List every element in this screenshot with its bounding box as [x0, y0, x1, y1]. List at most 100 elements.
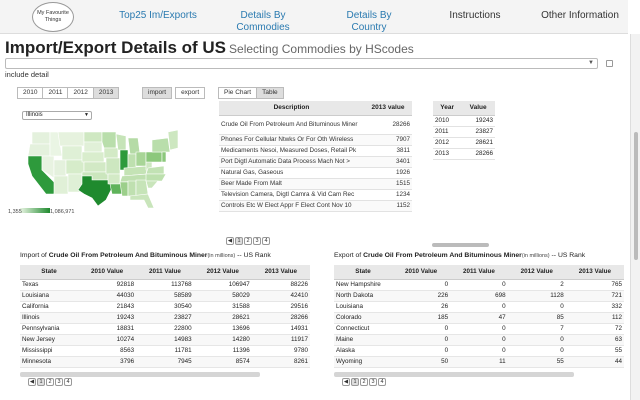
include-detail-checkbox[interactable] [606, 60, 613, 67]
map-state-south-dakota [83, 141, 103, 153]
pager-page-2[interactable]: 2 [46, 378, 54, 386]
hscode-select[interactable]: ▼ [5, 58, 598, 69]
tab-table[interactable]: Table [256, 87, 284, 99]
horizontal-scrollbar[interactable] [432, 243, 489, 247]
cell-state: Illinois [20, 312, 78, 324]
pager-page-3[interactable]: 3 [253, 237, 261, 245]
cell-2010: 18831 [78, 323, 137, 335]
page-subtitle: Selecting Commodies by HScodes [229, 42, 414, 56]
cell-description: Medicaments Nesoi, Measured Doses, Retai… [219, 145, 364, 157]
cell-state: Louisiana [20, 290, 78, 302]
vertical-scrollbar-thumb[interactable] [634, 132, 638, 260]
col-2011-value[interactable]: 2011 Value [450, 265, 508, 280]
year-button-2011[interactable]: 2011 [42, 87, 69, 99]
col-state[interactable]: State [334, 265, 392, 280]
pager-page-2[interactable]: 2 [244, 237, 252, 245]
nav-other-information[interactable]: Other Information [540, 10, 620, 22]
cell-value: 1152 [364, 200, 412, 212]
export-button[interactable]: export [175, 87, 206, 99]
table-row: California 21843 30540 31588 29516 [20, 301, 310, 313]
cell-state: Connecticut [334, 323, 392, 335]
map-legend-max: 1,086,971 [50, 209, 75, 215]
col-2012-value[interactable]: 2012 Value [193, 265, 252, 280]
pager-page-2[interactable]: 2 [360, 378, 368, 386]
cell-2010: 19243 [78, 312, 137, 324]
cell-2013: 29516 [251, 301, 310, 313]
col-2013-value[interactable]: 2013 value [364, 101, 412, 116]
cell-2011: 0 [450, 345, 508, 357]
pager-prev[interactable]: ◀ [28, 378, 36, 386]
cell-year: 2011 [433, 126, 462, 138]
table-row: Illinois 19243 23827 28621 28266 [20, 312, 310, 324]
table-row: Louisiana 44030 58589 58029 42410 [20, 290, 310, 302]
table-row: 2011 23827 [433, 126, 495, 138]
table-row: Pennsylvania 18831 22800 13696 14931 [20, 323, 310, 335]
nav-top25[interactable]: Top25 Im/Exports [118, 10, 198, 22]
col-2013-value[interactable]: 2013 Value [565, 265, 624, 280]
vertical-scrollbar[interactable] [630, 34, 640, 400]
pager-prev[interactable]: ◀ [226, 237, 234, 245]
table-row: 2013 28266 [433, 148, 495, 160]
table-row[interactable]: Phones For Cellular Ntwks Or For Oth Wir… [219, 134, 412, 146]
table-row: Maine 0 0 0 63 [334, 334, 624, 346]
pager-page-4[interactable]: 4 [262, 237, 270, 245]
export-horizontal-scrollbar[interactable] [334, 372, 574, 377]
col-year[interactable]: Year [433, 101, 462, 116]
table-row[interactable]: Natural Gas, Gaseous 1926 [219, 167, 412, 179]
cell-2012: 106947 [193, 279, 252, 291]
us-choropleth-map[interactable] [20, 124, 180, 209]
cell-2013: 112 [565, 312, 624, 324]
nav-instructions[interactable]: Instructions [445, 10, 505, 22]
table-row[interactable]: Beer Made From Malt 1515 [219, 178, 412, 190]
nav-details-by-country[interactable]: Details By Country [328, 10, 410, 34]
pager-page-1[interactable]: 1 [37, 378, 45, 386]
map-state-wisconsin [115, 133, 127, 151]
pager-page-4[interactable]: 4 [378, 378, 386, 386]
cell-2010: 92818 [78, 279, 137, 291]
col-2010-value[interactable]: 2010 Value [78, 265, 137, 280]
year-button-2013[interactable]: 2013 [92, 87, 120, 99]
cell-2012: 85 [507, 312, 566, 324]
nav-details-by-commodies[interactable]: Details By Commodies [230, 10, 296, 34]
logo[interactable]: My Favourite Things [32, 2, 74, 32]
table-row[interactable]: Television Camera, Digtl Camra & Vid Cam… [219, 189, 412, 201]
export-pager: ◀ 1 2 3 4 [342, 378, 387, 386]
table-row[interactable]: Port Digtl Automatic Data Process Mach N… [219, 156, 412, 168]
cell-2011: 0 [450, 301, 508, 313]
col-2010-value[interactable]: 2010 Value [392, 265, 451, 280]
year-button-2012[interactable]: 2012 [67, 87, 94, 99]
table-row[interactable]: Medicaments Nesoi, Measured Doses, Retai… [219, 145, 412, 157]
year-button-2010[interactable]: 2010 [17, 87, 44, 99]
view-tab-group: Pie Chart Table [218, 87, 284, 99]
table-row[interactable]: Controls Etc W Elect Appr F Elect Cont N… [219, 200, 412, 212]
tab-pie-chart[interactable]: Pie Chart [218, 87, 258, 99]
import-horizontal-scrollbar[interactable] [20, 372, 260, 377]
cell-2011: 58589 [136, 290, 194, 302]
col-2013-value[interactable]: 2013 Value [251, 265, 310, 280]
pager-page-3[interactable]: 3 [369, 378, 377, 386]
col-description[interactable]: Description [219, 101, 364, 116]
state-select[interactable]: Illinois ▼ [22, 111, 92, 120]
import-button[interactable]: import [142, 87, 173, 99]
pager-page-4[interactable]: 4 [64, 378, 72, 386]
cell-description: Phones For Cellular Ntwks Or For Oth Wir… [219, 134, 364, 146]
cell-2011: 0 [450, 279, 508, 291]
pager-page-1[interactable]: 1 [235, 237, 243, 245]
col-value[interactable]: Value [461, 101, 495, 116]
col-state[interactable]: State [20, 265, 78, 280]
cell-value: 1234 [364, 189, 412, 201]
map-state-washington [31, 131, 51, 145]
col-2011-value[interactable]: 2011 Value [136, 265, 194, 280]
table-header-row: State 2010 Value 2011 Value 2012 Value 2… [334, 265, 624, 280]
include-detail-label: include detail [5, 70, 49, 79]
pager-page-1[interactable]: 1 [351, 378, 359, 386]
cell-value: 28621 [461, 137, 495, 149]
pager-prev[interactable]: ◀ [342, 378, 350, 386]
table-row: New Jersey 10274 14983 14280 11917 [20, 334, 310, 346]
cell-description: Crude Oil From Petroleum And Bituminous … [219, 115, 364, 135]
map-state-alabama [127, 180, 137, 197]
pager-page-3[interactable]: 3 [55, 378, 63, 386]
cell-2011: 30540 [136, 301, 194, 313]
table-row[interactable]: Crude Oil From Petroleum And Bituminous … [219, 115, 412, 135]
col-2012-value[interactable]: 2012 Value [507, 265, 566, 280]
